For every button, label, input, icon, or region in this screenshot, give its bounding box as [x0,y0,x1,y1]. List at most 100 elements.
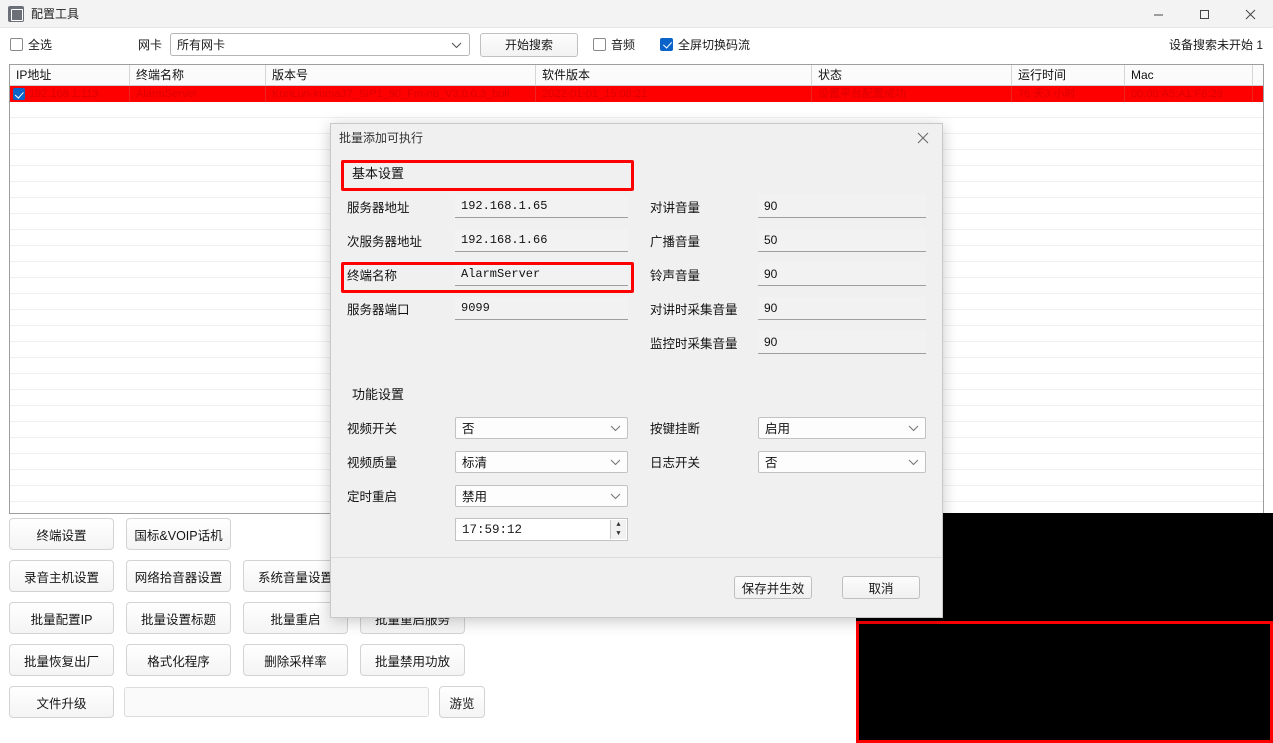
field-input[interactable]: 90 [757,331,926,354]
minimize-button[interactable] [1135,0,1181,28]
table-column-header[interactable]: 运行时间 [1012,65,1125,85]
field-select[interactable]: 否 [757,450,926,473]
table-empty-row[interactable] [10,102,1263,118]
field-input[interactable]: 90 [757,297,926,320]
file-upgrade-button[interactable]: 文件升级 [9,686,114,718]
checkbox-checked-icon [660,38,674,51]
form-row: 定时重启 禁用 [347,481,628,510]
close-button[interactable] [1227,0,1273,28]
window-title: 配置工具 [31,7,80,21]
action-button[interactable]: 批量设置标题 [126,602,231,634]
action-button[interactable]: 删除采样率 [243,644,348,676]
action-button[interactable]: 格式化程序 [126,644,231,676]
field-input[interactable]: 50 [757,229,926,252]
table-column-header[interactable]: Mac [1125,65,1253,85]
table-column-header[interactable]: 终端名称 [130,65,266,85]
action-button-label: 批量禁用功放 [374,654,450,669]
search-status-text: 设备搜索未开始 1 [1168,38,1263,52]
fullscreen-stream-label: 全屏切换码流 [678,38,751,52]
batch-add-dialog: 批量添加可执行 基本设置 服务器地址 192.168.1.65 次服务器地址 192.… [330,123,943,618]
maximize-button[interactable] [1181,0,1227,28]
table-column-header[interactable]: IP地址 [10,65,130,85]
function-settings-title: 功能设置 [352,387,405,402]
function-settings-right-column: 按键挂断 启用 日志开关 否 [650,413,926,549]
action-button-label: 批量设置标题 [140,612,216,627]
row-checkbox[interactable] [13,88,25,100]
form-row: 广播音量 50 [650,226,926,255]
action-button-label: 批量恢复出厂 [23,654,99,669]
field-select[interactable]: 禁用 [455,484,628,507]
field-label: 视频质量 [347,456,398,470]
table-cell: 2022-01-01_15:08:21 [536,86,812,102]
start-search-label: 开始搜索 [505,38,554,52]
action-button[interactable]: 录音主机设置 [9,560,114,592]
action-button[interactable]: 批量禁用功放 [360,644,465,676]
save-label: 保存并生效 [741,582,805,596]
field-select-value: 否 [462,422,475,436]
dialog-close-icon[interactable] [910,127,936,149]
action-button-label: 录音主机设置 [23,570,99,585]
checkbox-icon [10,38,23,51]
field-input[interactable]: AlarmServer [455,263,628,286]
field-select-value: 启用 [764,422,790,436]
field-select[interactable]: 否 [455,416,628,439]
cancel-label: 取消 [868,582,894,596]
field-label: 服务器地址 [347,201,410,215]
spinner-down-icon[interactable]: ▼ [610,529,626,539]
fullscreen-stream-checkbox[interactable]: 全屏切换码流 [660,36,750,53]
field-input[interactable]: 192.168.1.65 [455,195,628,218]
chevron-down-icon [908,421,919,435]
field-input[interactable]: 9099 [455,297,628,320]
action-button[interactable]: 网络拾音器设置 [126,560,231,592]
field-select[interactable]: 启用 [757,416,926,439]
form-row: 17:59:12 ▲ ▼ [347,515,628,544]
save-button[interactable]: 保存并生效 [734,576,812,599]
spinner-up-icon[interactable]: ▲ [610,520,626,530]
basic-settings-left-column: 服务器地址 192.168.1.65 次服务器地址 192.168.1.66 终端名称 A… [347,192,628,362]
field-select[interactable]: 标清 [455,450,628,473]
action-button[interactable]: 批量配置IP [9,602,114,634]
table-row[interactable]: 192.168.1.113 AlarmServer KunLun-kuma37_SI… [10,86,1263,102]
time-spinner-value: 17:59:12 [462,522,523,537]
dialog-footer: 保存并生效 取消 [331,557,942,617]
chevron-down-icon [610,489,621,503]
time-spinner[interactable]: 17:59:12 ▲ ▼ [455,518,628,541]
table-column-header[interactable]: 状态 [812,65,1012,85]
spinner-arrows[interactable]: ▲ ▼ [609,520,626,539]
action-button[interactable]: 批量恢复出厂 [9,644,114,676]
file-upgrade-row: 文件升级 游览 [9,686,849,718]
form-row: 按键挂断 启用 [650,413,926,442]
field-label: 视频开关 [347,422,398,436]
checkbox-icon [593,38,607,51]
upgrade-path-input[interactable] [124,687,429,717]
action-button-label: 国标&VOIP话机 [134,528,223,543]
action-button[interactable]: 终端设置 [9,518,114,550]
cancel-button[interactable]: 取消 [842,576,920,599]
basic-settings-right-column: 对讲音量 90 广播音量 50 铃声音量 90 对讲时采集音量 90 监控时采集音量 90 [650,192,926,362]
audio-checkbox[interactable]: 音频 [593,36,635,53]
action-button[interactable]: 国标&VOIP话机 [126,518,231,550]
nic-select[interactable]: 所有网卡 [170,33,471,56]
select-all-checkbox[interactable]: 全选 [10,36,52,53]
field-input[interactable]: 90 [757,263,926,286]
form-row: 视频开关 否 [347,413,628,442]
table-column-header[interactable]: 版本号 [266,65,536,85]
video-preview-panel-bottom[interactable] [856,621,1273,743]
browse-button[interactable]: 游览 [439,686,485,718]
window-controls [1135,0,1273,28]
field-select-value: 标清 [462,456,488,470]
action-button-label: 批量重启 [270,612,321,627]
table-column-header[interactable]: 软件版本 [536,65,812,85]
action-button-row: 批量恢复出厂 格式化程序 删除采样率 批量禁用功放 [9,644,849,676]
form-row: 铃声音量 90 [650,260,926,289]
field-input[interactable]: 90 [757,195,926,218]
action-button-label: 系统音量设置 [257,570,333,585]
field-label: 次服务器地址 [347,235,423,249]
form-row: 监控时采集音量 90 [650,328,926,357]
function-settings-left-column: 视频开关 否视频质量 标清定时重启 禁用 17:59:12 ▲ ▼ [347,413,628,549]
dialog-title: 批量添加可执行 [339,131,424,145]
start-search-button[interactable]: 开始搜索 [480,32,579,57]
field-input[interactable]: 192.168.1.66 [455,229,628,252]
field-label: 监控时采集音量 [649,337,738,351]
field-select-value: 否 [764,456,778,470]
